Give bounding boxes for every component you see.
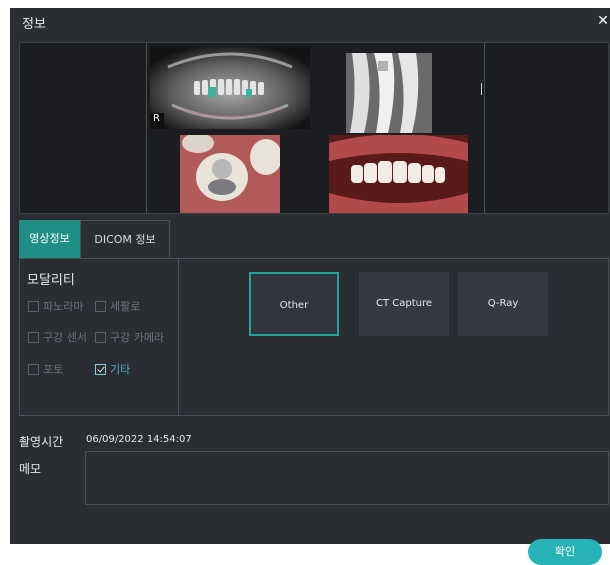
checkbox-intraoral-sensor[interactable]: 구강 센서 [28,331,87,345]
checkbox-photo[interactable]: 포토 [28,363,63,377]
preview-divider [146,43,147,213]
checkbox-panorama[interactable]: 파노라마 [28,300,83,314]
checkbox-other[interactable]: 기타 [95,363,130,377]
close-icon[interactable]: ✕ [596,13,610,29]
info-dialog: 정보 ✕ R 영상정보 DICOM 정보 모달리티 파노라마 세팔로 구강 센서… [10,8,610,565]
modality-ct-capture-button[interactable]: CT Capture [359,272,449,336]
periapical-xray-image[interactable] [346,53,432,133]
tab-image-info[interactable]: 영상정보 [19,220,80,258]
checkbox-box[interactable] [28,363,39,375]
image-preview: R [19,42,609,214]
checkbox-label: 구강 센서 [43,331,87,344]
modality-title: 모달리티 [27,273,75,288]
title-bar: 정보 ✕ [10,8,610,34]
intraoral-photo-crown[interactable] [180,135,280,213]
image-marker: R [153,113,160,124]
checkbox-label: 기타 [110,363,131,376]
modality-checkbox-group: 모달리티 파노라마 세팔로 구강 센서 구강 카메라 포토 기타 [20,259,179,415]
panoramic-xray-image[interactable]: R [150,47,310,129]
checkbox-box[interactable] [95,300,106,312]
checkbox-label: 파노라마 [43,300,84,313]
checkbox-label: 포토 [43,363,64,376]
checkbox-box[interactable] [95,363,106,375]
capture-time-label: 촬영시간 [19,435,64,449]
checkbox-box[interactable] [95,331,106,343]
modality-other-button[interactable]: Other [249,272,339,336]
intraoral-photo-smile[interactable] [329,135,468,213]
image-info-panel: 모달리티 파노라마 세팔로 구강 센서 구강 카메라 포토 기타 Other C… [19,258,609,416]
checkbox-box[interactable] [28,331,39,343]
scale-mark [481,83,482,95]
checkbox-cephalo[interactable]: 세팔로 [95,300,140,314]
checkbox-box[interactable] [28,300,39,312]
modality-q-ray-button[interactable]: Q-Ray [458,272,548,336]
dialog-title: 정보 [22,17,46,32]
capture-time-value: 06/09/2022 14:54:07 [86,434,192,445]
tab-dicom-info[interactable]: DICOM 정보 [80,220,170,258]
confirm-button[interactable]: 확인 [528,539,602,565]
checkbox-intraoral-camera[interactable]: 구강 카메라 [95,331,164,345]
memo-label: 메모 [19,462,42,476]
checkbox-label: 구강 카메라 [110,331,165,344]
checkbox-label: 세팔로 [110,300,141,313]
preview-divider [484,43,485,213]
memo-textarea[interactable] [85,451,609,505]
